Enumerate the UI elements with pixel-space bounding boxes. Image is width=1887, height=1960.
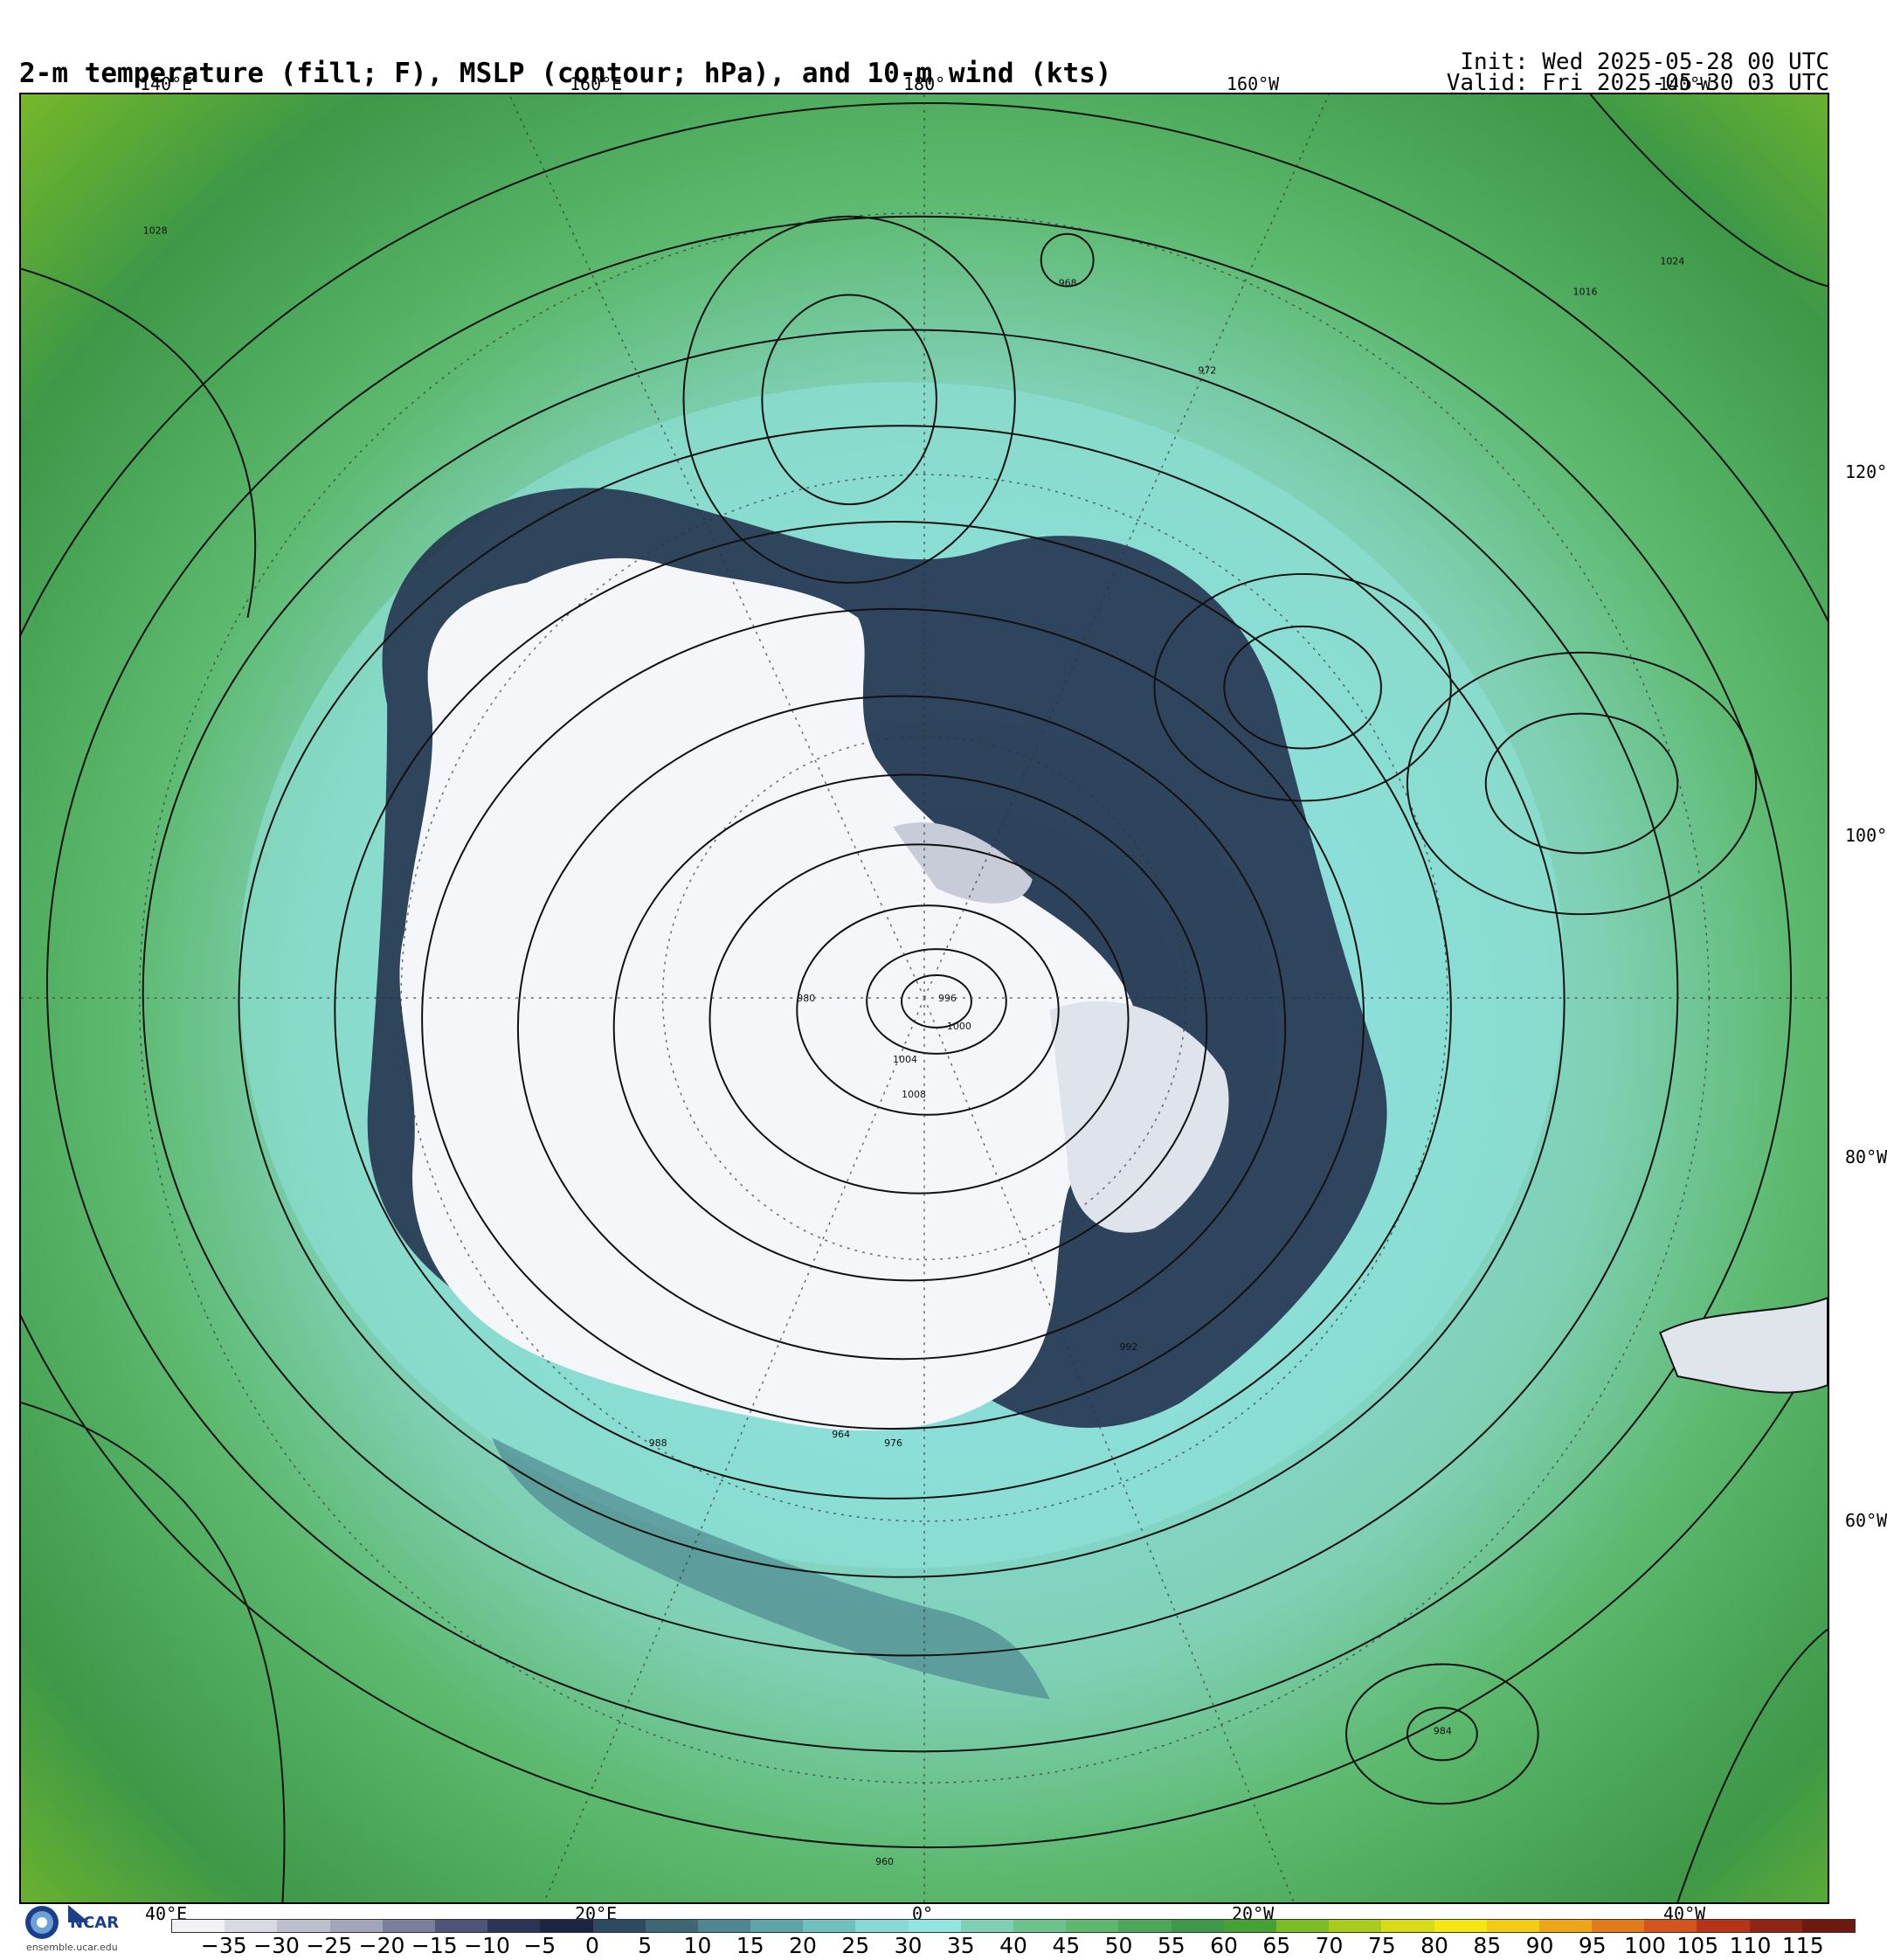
colorbar-tick-label: −30 (253, 1933, 300, 1958)
colorbar-swatch (1749, 1920, 1802, 1932)
colorbar-tick-label: 60 (1210, 1933, 1238, 1958)
colorbar-swatch (592, 1920, 646, 1932)
colorbar-swatch (1329, 1920, 1382, 1932)
site-url: ensemble.ucar.edu (26, 1942, 118, 1953)
colorbar-swatch (1223, 1920, 1276, 1932)
colorbar-swatch (1013, 1920, 1067, 1932)
colorbar-swatch (434, 1920, 488, 1932)
colorbar-tick-label: 40 (999, 1933, 1027, 1958)
isobar-label-1016: 1016 (1573, 287, 1598, 298)
colorbar-tick-label: 25 (841, 1933, 870, 1958)
nsf-logo-icon (25, 1906, 59, 1939)
lon-label-top-160w: 160°W (1227, 73, 1280, 94)
colorbar-tick-label: −25 (306, 1933, 353, 1958)
colorbar-tick-label: 45 (1052, 1933, 1081, 1958)
isobar-label-988: 988 (649, 1437, 667, 1449)
lat-label-80w: 80°W (1845, 1146, 1887, 1167)
colorbar-swatch (329, 1920, 383, 1932)
colorbar-swatch (1171, 1920, 1224, 1932)
colorbar-swatch (855, 1920, 909, 1932)
lat-label-60w: 60°W (1845, 1510, 1887, 1531)
isobar-label-960: 960 (875, 1856, 894, 1867)
colorbar-swatch (1538, 1920, 1593, 1932)
colorbar-swatch (1644, 1920, 1697, 1932)
isobar-label-1000: 1000 (947, 1021, 971, 1032)
lat-label-120w: 120°W (1845, 461, 1887, 482)
colorbar-tick-label: 30 (894, 1933, 923, 1958)
colorbar-swatch (697, 1920, 751, 1932)
colorbar-swatch (225, 1920, 278, 1932)
colorbar-tick-label: −5 (523, 1933, 556, 1958)
colorbar-swatch (1486, 1920, 1539, 1932)
colorbar-tick-label: 65 (1262, 1933, 1291, 1958)
colorbar-tick-label: 50 (1104, 1933, 1133, 1958)
colorbar-tick-label: 95 (1578, 1933, 1607, 1958)
colorbar-tick-label: 5 (638, 1933, 653, 1958)
colorbar-tick-label: 75 (1367, 1933, 1396, 1958)
colorbar-ticks: −35 −30 −25 −20 −15 −10 −5 0 5 10 15 20 25 30 35 40 45 50… (171, 1933, 1856, 1959)
colorbar-swatch (1275, 1920, 1330, 1932)
colorbar-tick-label: −10 (464, 1933, 510, 1958)
colorbar-tick-label: 100 (1624, 1933, 1666, 1958)
colorbar-swatch (1381, 1920, 1434, 1932)
colorbar-tick-label: 70 (1315, 1933, 1344, 1958)
isobar-label-1024: 1024 (1660, 256, 1684, 267)
colorbar-tick-label: −35 (200, 1933, 247, 1958)
lon-label-top-140e: 140°E (140, 73, 193, 94)
colorbar-tick-label: 115 (1781, 1933, 1824, 1958)
colorbar-tick-label: 110 (1729, 1933, 1772, 1958)
isobar-label-964: 964 (832, 1429, 850, 1440)
colorbar-tick-label: −20 (358, 1933, 405, 1958)
ncar-logo-text: NCAR (70, 1914, 120, 1932)
temperature-colorbar (171, 1919, 1856, 1933)
colorbar-swatch (960, 1920, 1013, 1932)
colorbar-swatch (750, 1920, 804, 1932)
colorbar-swatch (908, 1920, 961, 1932)
colorbar-tick-label: 105 (1676, 1933, 1719, 1958)
colorbar-tick-label: 90 (1525, 1933, 1554, 1958)
colorbar-swatch (277, 1920, 330, 1932)
isobar-label-976: 976 (884, 1437, 902, 1449)
colorbar-tick-label: 15 (736, 1933, 764, 1958)
isobar-label-984: 984 (1434, 1725, 1452, 1736)
lat-label-100w: 100°W (1845, 825, 1887, 846)
lon-label-top-180: 180° (903, 73, 946, 94)
colorbar-swatch (1801, 1920, 1855, 1932)
colorbar-swatch (1697, 1920, 1750, 1932)
isobar-label-1008: 1008 (902, 1089, 926, 1100)
colorbar-swatch (487, 1920, 541, 1932)
isobar-label-992: 992 (1120, 1341, 1138, 1353)
colorbar-tick-label: 10 (683, 1933, 712, 1958)
isobar-label-1028: 1028 (143, 225, 168, 237)
map-canvas: 996 1000 1004 1008 964 976 988 968 972 9… (21, 94, 1828, 1902)
colorbar-tick-label: 85 (1473, 1933, 1502, 1958)
colorbar-tick-label: 35 (946, 1933, 975, 1958)
colorbar-tick-label: 80 (1420, 1933, 1448, 1958)
colorbar-swatch (1066, 1920, 1119, 1932)
colorbar-swatch (1592, 1920, 1645, 1932)
colorbar-swatch (645, 1920, 698, 1932)
lon-label-top-140w: 140°W (1658, 73, 1711, 94)
colorbar-tick-label: 55 (1157, 1933, 1185, 1958)
colorbar-swatch (1118, 1920, 1172, 1932)
map-panel: 996 1000 1004 1008 964 976 988 968 972 9… (19, 93, 1829, 1904)
colorbar-swatch (540, 1920, 593, 1932)
colorbar-swatch (803, 1920, 856, 1932)
colorbar-swatch (382, 1920, 435, 1932)
isobar-label-968: 968 (1059, 278, 1077, 289)
colorbar-swatch (1434, 1920, 1487, 1932)
colorbar-tick-label: 20 (789, 1933, 817, 1958)
lon-label-top-160e: 160°E (570, 73, 623, 94)
colorbar-tick-label: 0 (585, 1933, 599, 1958)
logo-block: NCAR ensemble.ucar.edu (19, 1903, 159, 1957)
colorbar-tick-label: −15 (411, 1933, 458, 1958)
colorbar-swatch (172, 1920, 225, 1932)
